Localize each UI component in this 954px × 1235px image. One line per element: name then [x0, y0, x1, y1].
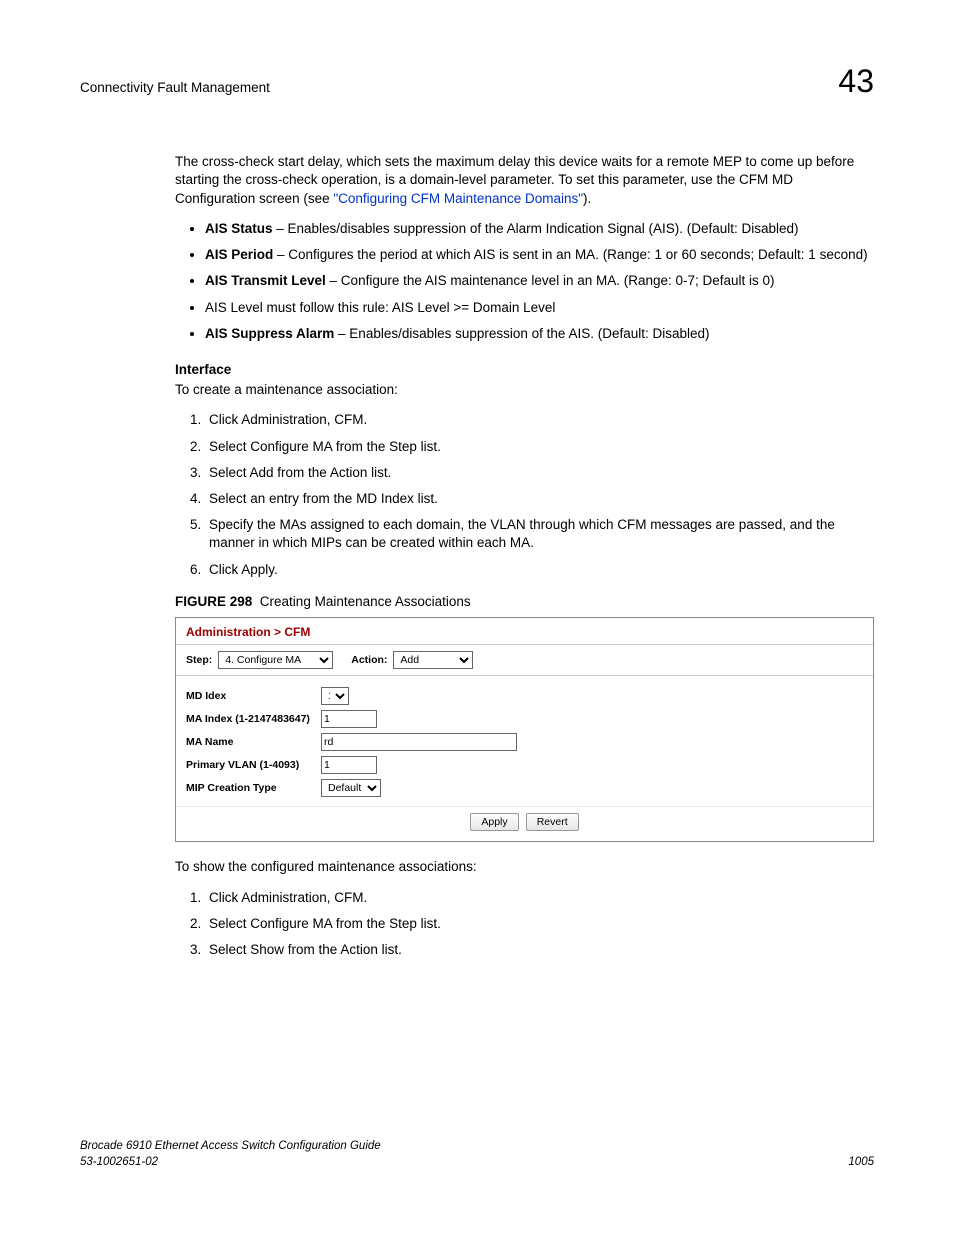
interface-heading: Interface	[175, 361, 874, 379]
footer-title: Brocade 6910 Ethernet Access Switch Conf…	[80, 1139, 381, 1155]
ais-bullet-list: AIS Status – Enables/disables suppressio…	[175, 220, 874, 343]
intro-text-after: ).	[583, 191, 591, 206]
list-item: Select Show from the Action list.	[205, 941, 874, 959]
figure-title: Creating Maintenance Associations	[260, 594, 471, 609]
ma-index-input[interactable]	[321, 710, 377, 728]
bullet-term: AIS Transmit Level	[205, 273, 326, 288]
bullet-term: AIS Status	[205, 221, 273, 236]
panel-breadcrumb: Administration > CFM	[176, 618, 873, 645]
step-action-row: Step: 4. Configure MA Action: Add	[176, 645, 873, 676]
list-item: AIS Period – Configures the period at wh…	[205, 246, 874, 264]
primary-vlan-row: Primary VLAN (1-4093)	[186, 756, 863, 774]
md-index-row: MD Idex 1	[186, 687, 863, 705]
ma-name-row: MA Name	[186, 733, 863, 751]
apply-button[interactable]: Apply	[470, 813, 518, 831]
step-select[interactable]: 4. Configure MA	[218, 651, 333, 669]
md-index-select[interactable]: 1	[321, 687, 349, 705]
figure-caption: FIGURE 298 Creating Maintenance Associat…	[175, 593, 874, 611]
list-item: Click Administration, CFM.	[205, 411, 874, 429]
create-steps: Click Administration, CFM. Select Config…	[175, 411, 874, 579]
list-item: AIS Level must follow this rule: AIS Lev…	[205, 299, 874, 317]
header-section-title: Connectivity Fault Management	[80, 79, 270, 97]
footer-page-number: 1005	[848, 1155, 874, 1171]
header-chapter-number: 43	[838, 60, 874, 103]
bullet-text: AIS Level must follow this rule: AIS Lev…	[205, 300, 555, 315]
list-item: Select Add from the Action list.	[205, 464, 874, 482]
interface-lead: To create a maintenance association:	[175, 381, 874, 399]
footer-left: Brocade 6910 Ethernet Access Switch Conf…	[80, 1139, 381, 1170]
list-item: Select an entry from the MD Index list.	[205, 490, 874, 508]
page-content: The cross-check start delay, which sets …	[175, 153, 874, 959]
list-item: Select Configure MA from the Step list.	[205, 438, 874, 456]
page-footer: Brocade 6910 Ethernet Access Switch Conf…	[80, 1139, 874, 1170]
bullet-term: AIS Period	[205, 247, 273, 262]
footer-docnum: 53-1002651-02	[80, 1155, 381, 1171]
ma-name-label: MA Name	[186, 735, 321, 749]
ma-index-row: MA Index (1-2147483647)	[186, 710, 863, 728]
bullet-text: – Configure the AIS maintenance level in…	[326, 273, 775, 288]
bullet-text: – Configures the period at which AIS is …	[273, 247, 867, 262]
mip-type-row: MIP Creation Type Default	[186, 779, 863, 797]
bullet-term: AIS Suppress Alarm	[205, 326, 334, 341]
page-header: Connectivity Fault Management 43	[80, 60, 874, 103]
show-steps: Click Administration, CFM. Select Config…	[175, 889, 874, 960]
action-select[interactable]: Add	[393, 651, 473, 669]
intro-paragraph: The cross-check start delay, which sets …	[175, 153, 874, 208]
list-item: Specify the MAs assigned to each domain,…	[205, 516, 874, 552]
revert-button[interactable]: Revert	[526, 813, 579, 831]
ma-index-label: MA Index (1-2147483647)	[186, 712, 321, 726]
primary-vlan-label: Primary VLAN (1-4093)	[186, 758, 321, 772]
list-item: AIS Status – Enables/disables suppressio…	[205, 220, 874, 238]
cfm-config-panel: Administration > CFM Step: 4. Configure …	[175, 617, 874, 842]
show-lead: To show the configured maintenance assoc…	[175, 858, 874, 876]
list-item: AIS Transmit Level – Configure the AIS m…	[205, 272, 874, 290]
list-item: Click Administration, CFM.	[205, 889, 874, 907]
step-label: Step:	[186, 653, 212, 667]
action-label: Action:	[351, 653, 387, 667]
figure-number: FIGURE 298	[175, 594, 252, 609]
ma-name-input[interactable]	[321, 733, 517, 751]
mip-type-select[interactable]: Default	[321, 779, 381, 797]
form-area: MD Idex 1 MA Index (1-2147483647) MA Nam…	[176, 676, 873, 806]
list-item: AIS Suppress Alarm – Enables/disables su…	[205, 325, 874, 343]
intro-link[interactable]: "Configuring CFM Maintenance Domains"	[333, 191, 583, 206]
primary-vlan-input[interactable]	[321, 756, 377, 774]
md-index-label: MD Idex	[186, 689, 321, 703]
bullet-text: – Enables/disables suppression of the AI…	[334, 326, 709, 341]
list-item: Select Configure MA from the Step list.	[205, 915, 874, 933]
bullet-text: – Enables/disables suppression of the Al…	[273, 221, 799, 236]
button-row: Apply Revert	[176, 806, 873, 841]
list-item: Click Apply.	[205, 561, 874, 579]
mip-type-label: MIP Creation Type	[186, 781, 321, 795]
